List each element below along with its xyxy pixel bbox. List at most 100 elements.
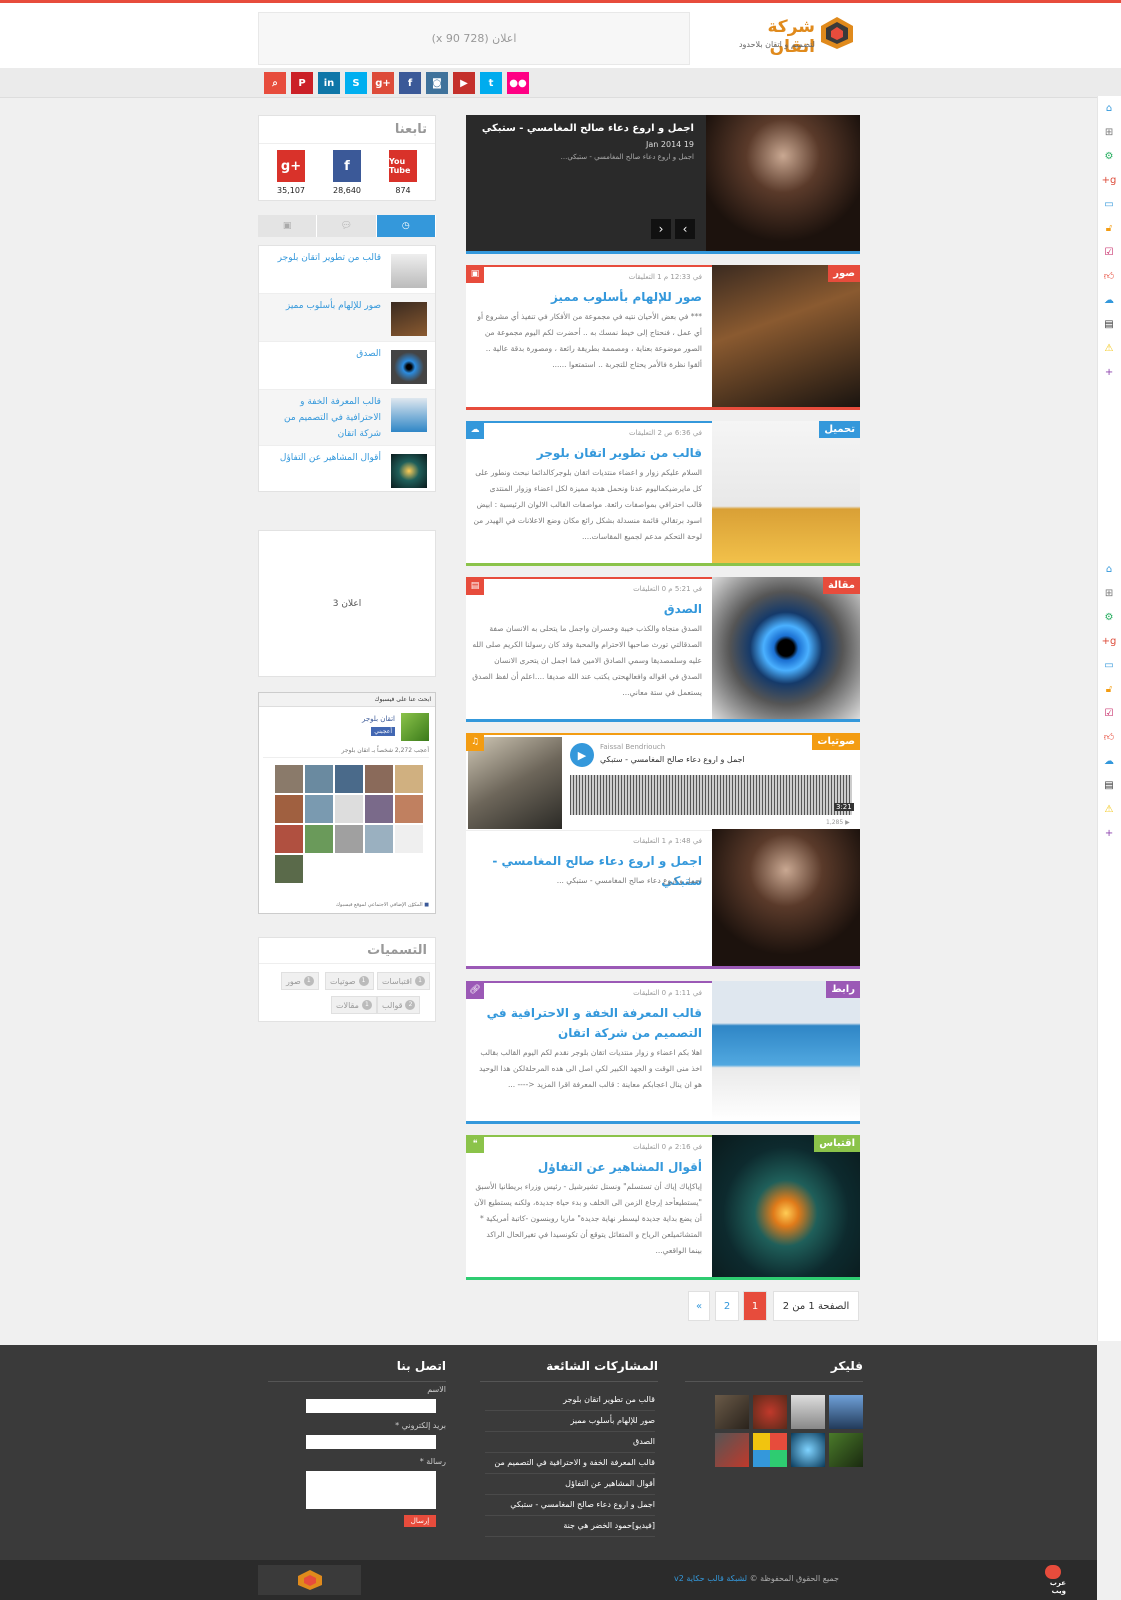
list-thumb[interactable] [391,350,427,384]
warning-icon[interactable]: ⚠ [1101,340,1117,356]
pager-page-2[interactable]: 2 [715,1291,739,1321]
send-button[interactable]: إرسال [404,1515,436,1527]
twitter-icon[interactable]: t [480,72,502,94]
soundcloud-title[interactable]: اجمل و اروع دعاء صالح المغامسي - ستبكي [600,755,745,764]
youtube-icon[interactable]: You Tube [389,150,417,182]
googleplus-icon[interactable]: g+ [277,150,305,182]
flickr-thumb[interactable] [715,1395,749,1429]
list-item-title[interactable]: قالب المعرفة الخفة و الاحترافية في التصم… [265,394,381,442]
list-item[interactable]: صور للإلهام بأسلوب مميز [259,294,435,342]
post-category[interactable]: رابط [826,981,860,998]
tab-comments[interactable]: 💬︎ [317,215,377,237]
desktop-icon[interactable]: ▭ [1101,196,1117,212]
list-item[interactable]: أقوال المشاهير عن التفاؤل [259,446,435,494]
list-item[interactable]: قالب المعرفة الخفة و الاحترافية في التصم… [259,390,435,446]
skype-icon[interactable]: S [345,72,367,94]
label-tag[interactable]: 1 صور [281,972,319,990]
slider-image[interactable] [706,115,860,251]
popular-item[interactable]: قالب المعرفة الخفة و الاحترافية في التصم… [485,1453,655,1474]
fb-fan-avatar[interactable] [275,855,303,883]
windows-icon[interactable]: ⊞ [1101,585,1117,601]
popular-item[interactable]: قالب من تطوير اتقان بلوجر [485,1390,655,1411]
gears-icon[interactable]: ⚙ [1101,609,1117,625]
desktop-icon[interactable]: ▭ [1101,657,1117,673]
slider-title[interactable]: اجمل و اروع دعاء صالح المغامسي - ستبكي [482,123,694,134]
googleplus-side-icon[interactable]: g+ [1101,172,1117,188]
soundcloud-waveform[interactable] [570,775,852,815]
popular-item[interactable]: أقوال المشاهير عن التفاؤل [485,1474,655,1495]
gears-icon[interactable]: ⚙ [1101,148,1117,164]
post-image[interactable] [712,981,860,1121]
fb-fan-avatar[interactable] [365,825,393,853]
list-item[interactable]: قالب من تطوير اتقان بلوجر [259,246,435,294]
play-button[interactable]: ▶ [570,743,594,767]
fb-fan-avatar[interactable] [365,795,393,823]
badge[interactable]: عرب ويب [1040,1565,1066,1595]
popular-item[interactable]: [فيديو]حمود الخضر هي جنة [485,1516,655,1537]
list-thumb[interactable] [391,254,427,288]
popular-item[interactable]: اجمل و اروع دعاء صالح المغامسي - ستبكي [485,1495,655,1516]
instagram-icon[interactable]: ◙ [426,72,448,94]
header-ad[interactable]: اعلان (728 x 90) [258,12,690,65]
flickr-thumb[interactable] [829,1433,863,1467]
post-category[interactable]: صوتيات [812,733,860,750]
checkbox-icon[interactable]: ☑ [1101,705,1117,721]
post-image[interactable] [712,421,860,563]
fb-fan-avatar[interactable] [275,795,303,823]
unlock-icon[interactable]: 🔓︎ [1101,220,1117,236]
archive-icon[interactable]: ▤ [1101,316,1117,332]
fb-fan-avatar[interactable] [335,795,363,823]
label-tag[interactable]: 1 صوتيات [325,972,374,990]
slider-prev-button[interactable]: ‹ [651,219,671,239]
label-tag[interactable]: 2 قوالب [377,996,421,1014]
flickr-thumb[interactable] [715,1433,749,1467]
post-title[interactable]: قالب المعرفة الخفة و الاحترافية في التصم… [474,1003,702,1043]
windows-icon[interactable]: ⊞ [1101,124,1117,140]
fb-page-name[interactable]: اتقان بلوجر [362,715,395,723]
site-logo[interactable]: شركة اتقان لتصميم و اتقان بلاحدود [725,13,855,57]
list-thumb[interactable] [391,302,427,336]
fb-fan-avatar[interactable] [275,765,303,793]
flickr-icon[interactable]: ●● [507,72,529,94]
pager-next[interactable]: » [688,1291,710,1321]
warning-icon[interactable]: ⚠ [1101,801,1117,817]
home-icon[interactable]: ⌂ [1101,561,1117,577]
plus-icon[interactable]: + [1101,364,1117,380]
post-image[interactable] [712,829,860,966]
checkbox-icon[interactable]: ☑ [1101,244,1117,260]
thumbs-up-icon[interactable]: 👍︎ [1101,729,1117,745]
home-icon[interactable]: ⌂ [1101,100,1117,116]
unlock-icon[interactable]: 🔓︎ [1101,681,1117,697]
list-thumb[interactable] [391,398,427,432]
flickr-thumb[interactable] [791,1395,825,1429]
post-title[interactable]: أقوال المشاهير عن التفاؤل [474,1157,702,1177]
list-item-title[interactable]: صور للإلهام بأسلوب مميز [265,298,381,314]
post-image[interactable] [712,265,860,407]
tab-archive[interactable]: ▣ [258,215,318,237]
flickr-thumb[interactable] [829,1395,863,1429]
list-item-title[interactable]: قالب من تطوير اتقان بلوجر [265,250,381,266]
follow-youtube[interactable]: You Tube 874 [383,150,423,195]
search-icon[interactable]: ⌕ [264,72,286,94]
cloud-download-icon[interactable]: ☁ [1101,753,1117,769]
linkedin-icon[interactable]: in [318,72,340,94]
youtube-icon[interactable]: ▶ [453,72,475,94]
fb-fan-avatar[interactable] [395,765,423,793]
email-field[interactable] [306,1435,436,1449]
fb-fan-avatar[interactable] [365,765,393,793]
post-image[interactable] [712,1135,860,1277]
post-category[interactable]: صور [828,265,860,282]
featured-slider[interactable]: اجمل و اروع دعاء صالح المغامسي - ستبكي 1… [466,115,860,254]
googleplus-icon[interactable]: g+ [372,72,394,94]
list-thumb[interactable] [391,454,427,488]
post-image[interactable] [712,577,860,719]
archive-icon[interactable]: ▤ [1101,777,1117,793]
popular-item[interactable]: صور للإلهام بأسلوب مميز [485,1411,655,1432]
facebook-icon[interactable]: f [399,72,421,94]
follow-facebook[interactable]: f 28,640 [327,150,367,195]
label-tag[interactable]: 1 مقالات [331,996,377,1014]
pager-page-1[interactable]: 1 [743,1291,767,1321]
post-category[interactable]: اقتباس [814,1135,860,1152]
facebook-icon[interactable]: f [333,150,361,182]
post-category[interactable]: مقالة [823,577,860,594]
